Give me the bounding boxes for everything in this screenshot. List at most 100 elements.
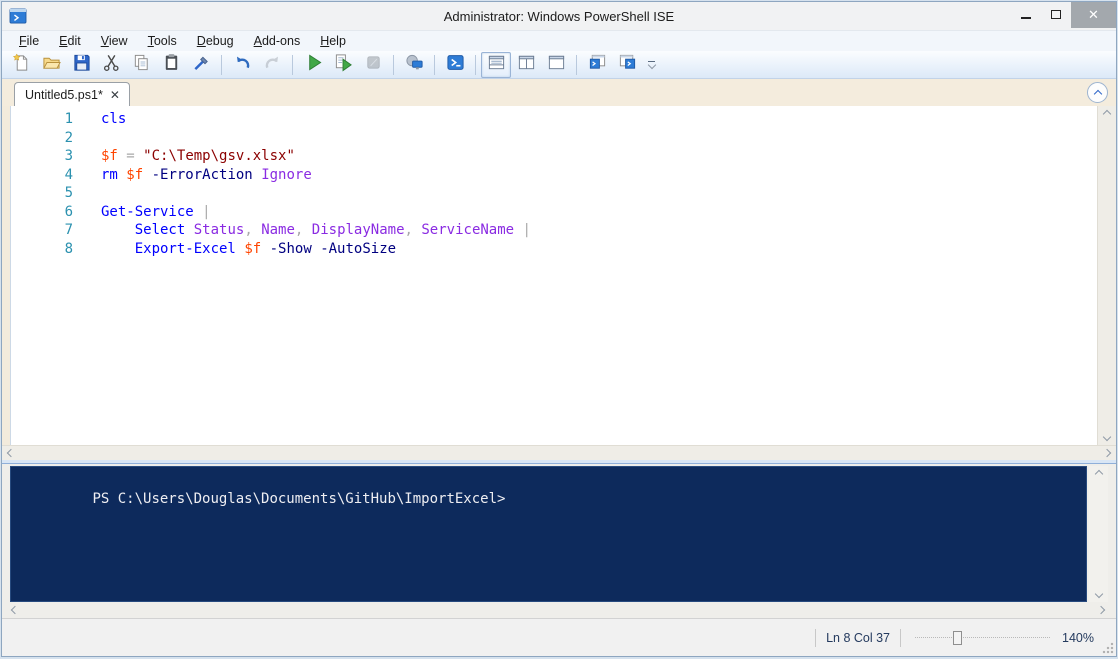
- line-number: 4: [11, 166, 73, 185]
- run-selection-button[interactable]: [328, 52, 358, 78]
- code-text: $f = "C:\Temp\gsv.xlsx": [73, 147, 295, 166]
- window-title: Administrator: Windows PowerShell ISE: [2, 9, 1116, 24]
- clear-console-pane-button[interactable]: [186, 52, 216, 78]
- line-number: 6: [11, 203, 73, 222]
- code-line[interactable]: 3$f = "C:\Temp\gsv.xlsx": [11, 147, 1097, 166]
- menu-item-view[interactable]: View: [92, 32, 137, 50]
- scroll-left-icon[interactable]: [7, 449, 15, 457]
- scroll-right-icon[interactable]: [1103, 449, 1111, 457]
- toolbar-separator: [393, 55, 394, 75]
- scissors-icon: [102, 53, 121, 77]
- new-file-icon: [12, 53, 31, 77]
- scroll-down-icon[interactable]: [1094, 590, 1102, 598]
- editor-vertical-scrollbar[interactable]: [1097, 106, 1116, 445]
- start-powershell-exe-button[interactable]: [440, 52, 470, 78]
- code-text: Get-Service |: [73, 203, 211, 222]
- menu-item-addons[interactable]: Add-ons: [245, 32, 310, 50]
- layout-top-icon: [487, 53, 506, 77]
- menu-item-debug[interactable]: Debug: [188, 32, 243, 50]
- resize-grip-icon[interactable]: [1102, 642, 1114, 654]
- editor-horizontal-scrollbar[interactable]: [2, 445, 1116, 460]
- cut-button[interactable]: [96, 52, 126, 78]
- zoom-slider[interactable]: [915, 629, 1050, 647]
- line-number: 2: [11, 129, 73, 148]
- close-button[interactable]: ✕: [1071, 2, 1116, 28]
- ps-window-left-icon: [588, 53, 607, 77]
- code-line[interactable]: 8 Export-Excel $f -Show -AutoSize: [11, 240, 1097, 259]
- menu-item-edit[interactable]: Edit: [50, 32, 90, 50]
- code-line[interactable]: 5: [11, 184, 1097, 203]
- new-remote-powershell-tab-button[interactable]: [399, 52, 429, 78]
- powershell-ise-window: Administrator: Windows PowerShell ISE ✕ …: [1, 1, 1117, 657]
- line-number: 3: [11, 147, 73, 166]
- save-script-button[interactable]: [66, 52, 96, 78]
- undo-button[interactable]: [227, 52, 257, 78]
- code-line[interactable]: 7 Select Status, Name, DisplayName, Serv…: [11, 221, 1097, 240]
- toolbar-separator: [221, 55, 222, 75]
- new-powershell-tab-button[interactable]: [612, 52, 642, 78]
- script-tab-untitled5[interactable]: Untitled5.ps1* ✕: [14, 82, 130, 106]
- layout-right-icon: [517, 53, 536, 77]
- clear-console-icon: [192, 53, 211, 77]
- scroll-left-icon[interactable]: [11, 606, 19, 614]
- tab-close-icon[interactable]: ✕: [110, 89, 120, 101]
- open-script-button[interactable]: [36, 52, 66, 78]
- run-selection-icon: [334, 53, 353, 77]
- menu-item-tools[interactable]: Tools: [139, 32, 186, 50]
- copy-pages-icon: [132, 53, 151, 77]
- stop-square-icon: [364, 53, 383, 77]
- code-text: cls: [73, 110, 126, 129]
- scroll-up-icon[interactable]: [1094, 470, 1102, 478]
- copy-button[interactable]: [126, 52, 156, 78]
- scroll-right-icon[interactable]: [1097, 606, 1105, 614]
- minimize-button[interactable]: [1011, 2, 1041, 26]
- code-text: rm $f -ErrorAction Ignore: [73, 166, 312, 185]
- toolbar-overflow-button[interactable]: [648, 61, 655, 68]
- console-vertical-scrollbar[interactable]: [1089, 466, 1108, 602]
- chevron-up-icon: [1093, 90, 1101, 98]
- toolbar-separator: [475, 55, 476, 75]
- paste-button[interactable]: [156, 52, 186, 78]
- show-script-pane-maximized-button[interactable]: [541, 52, 571, 78]
- cursor-position: Ln 8 Col 37: [826, 631, 890, 645]
- script-code-area[interactable]: 1cls23$f = "C:\Temp\gsv.xlsx"4rm $f -Err…: [10, 106, 1097, 445]
- script-editor: 1cls23$f = "C:\Temp\gsv.xlsx"4rm $f -Err…: [2, 106, 1116, 445]
- close-icon: ✕: [1088, 7, 1099, 23]
- show-command-window-button[interactable]: [582, 52, 612, 78]
- remote-computer-icon: [405, 53, 424, 77]
- run-play-icon: [304, 53, 323, 77]
- run-script-button[interactable]: [298, 52, 328, 78]
- new-script-button[interactable]: [6, 52, 36, 78]
- powershell-box-icon: [446, 53, 465, 77]
- status-separator: [900, 629, 901, 647]
- menu-item-help[interactable]: Help: [311, 32, 355, 50]
- show-script-pane-right-button[interactable]: [511, 52, 541, 78]
- zoom-slider-thumb[interactable]: [953, 631, 962, 645]
- collapse-script-pane-button[interactable]: [1087, 82, 1108, 103]
- chevron-down-icon: [647, 61, 655, 69]
- code-line[interactable]: 2: [11, 129, 1097, 148]
- toolbar-separator: [576, 55, 577, 75]
- show-script-pane-top-button[interactable]: [481, 52, 511, 78]
- line-number: 5: [11, 184, 73, 203]
- code-line[interactable]: 4rm $f -ErrorAction Ignore: [11, 166, 1097, 185]
- scroll-up-icon[interactable]: [1103, 110, 1111, 118]
- code-line[interactable]: 6Get-Service |: [11, 203, 1097, 222]
- zoom-slider-track[interactable]: [915, 637, 1050, 638]
- console-pane: PS C:\Users\Douglas\Documents\GitHub\Imp…: [2, 464, 1116, 618]
- console-prompt: PS C:\Users\Douglas\Documents\GitHub\Imp…: [92, 491, 505, 507]
- scroll-down-icon[interactable]: [1103, 433, 1111, 441]
- code-text: [73, 129, 101, 148]
- zoom-level: 140%: [1054, 631, 1094, 645]
- console-horizontal-scrollbar[interactable]: [10, 602, 1108, 618]
- code-text: Select Status, Name, DisplayName, Servic…: [73, 221, 531, 240]
- code-text: Export-Excel $f -Show -AutoSize: [73, 240, 396, 259]
- console-input-area[interactable]: PS C:\Users\Douglas\Documents\GitHub\Imp…: [10, 466, 1087, 602]
- menu-bar: FileEditViewToolsDebugAdd-onsHelp: [2, 30, 1116, 51]
- code-text: [73, 184, 101, 203]
- maximize-button[interactable]: [1041, 2, 1071, 26]
- title-bar: Administrator: Windows PowerShell ISE ✕: [2, 2, 1116, 30]
- toolbar-separator: [434, 55, 435, 75]
- menu-item-file[interactable]: File: [10, 32, 48, 50]
- code-line[interactable]: 1cls: [11, 110, 1097, 129]
